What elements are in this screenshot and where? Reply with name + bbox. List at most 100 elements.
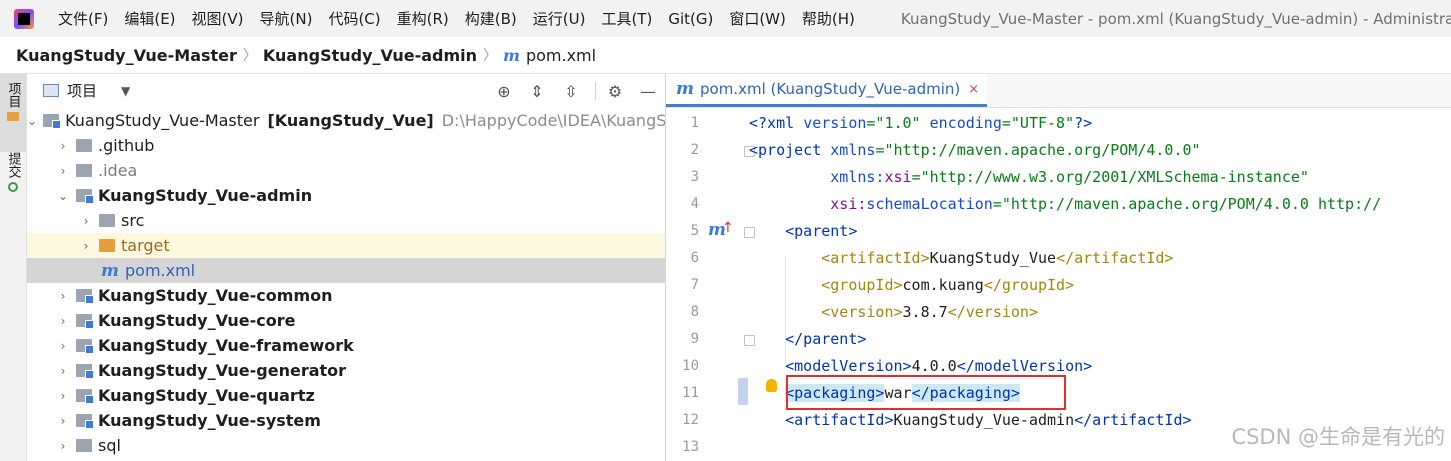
line-number: 12 <box>682 412 699 428</box>
project-panel-title[interactable]: 项目 <box>67 80 97 101</box>
menu-file[interactable]: 文件(F) <box>50 8 116 29</box>
chevron-right-icon[interactable]: › <box>79 239 93 253</box>
menu-refactor[interactable]: 重构(R) <box>389 8 457 29</box>
menu-view[interactable]: 视图(V) <box>184 8 252 29</box>
line-number: 4 <box>690 196 699 212</box>
line-number: 5 <box>690 223 699 239</box>
tree-item-target[interactable]: › target <box>27 233 665 258</box>
tree-item-label: .github <box>98 136 155 155</box>
chevron-right-icon[interactable]: › <box>56 414 70 428</box>
tree-item-sql[interactable]: › sql <box>27 433 665 458</box>
chevron-right-icon[interactable]: › <box>56 364 70 378</box>
menu-build[interactable]: 构建(B) <box>457 8 525 29</box>
chevron-right-icon[interactable]: › <box>79 214 93 228</box>
gear-icon[interactable]: ⚙ <box>604 80 626 102</box>
folder-icon <box>76 139 92 152</box>
module-folder-icon <box>76 389 94 404</box>
module-folder-icon <box>76 339 94 354</box>
code-line-3: xmlns:xsi="http://www.w3.org/2001/XMLSch… <box>830 168 1309 186</box>
menu-window[interactable]: 窗口(W) <box>721 8 794 29</box>
tree-item-framework-module[interactable]: › KuangStudy_Vue-framework <box>27 333 665 358</box>
breadcrumb-separator-icon: 〉 <box>483 48 498 64</box>
code-line-1: <?xml version="1.0" encoding="UTF-8"?> <box>749 114 1093 132</box>
tree-item-github[interactable]: › .github <box>27 133 665 158</box>
stripe-project-label: 项目 <box>5 82 21 108</box>
chevron-right-icon[interactable]: › <box>56 314 70 328</box>
folder-icon <box>7 112 19 121</box>
tree-item-label: KuangStudy_Vue-core <box>98 311 296 330</box>
tool-window-stripe: 项目 提交 <box>0 74 27 461</box>
chevron-right-icon[interactable]: › <box>56 289 70 303</box>
menu-run[interactable]: 运行(U) <box>525 8 594 29</box>
module-folder-icon <box>76 314 94 329</box>
line-number: 3 <box>690 169 699 185</box>
window-title: KuangStudy_Vue-Master - pom.xml (KuangSt… <box>900 9 1451 28</box>
tree-item-module: [KuangStudy_Vue] <box>267 111 434 130</box>
intellij-logo-icon[interactable] <box>14 8 34 29</box>
menu-git[interactable]: Git(G) <box>660 10 721 28</box>
tree-item-label: KuangStudy_Vue-common <box>98 286 333 305</box>
chevron-down-icon[interactable]: ⌄ <box>56 189 70 203</box>
minimize-icon[interactable]: — <box>637 80 659 102</box>
close-icon[interactable]: × <box>968 82 979 97</box>
chevron-right-icon[interactable]: › <box>56 439 70 453</box>
chevron-right-icon[interactable]: › <box>56 164 70 178</box>
menu-help[interactable]: 帮助(H) <box>794 8 863 29</box>
tree-item-idea[interactable]: › .idea <box>27 158 665 183</box>
breadcrumb-module[interactable]: KuangStudy_Vue-admin <box>263 46 477 65</box>
collapse-all-icon[interactable]: ⇳ <box>560 80 582 102</box>
tree-item-core-module[interactable]: › KuangStudy_Vue-core <box>27 308 665 333</box>
line-number: 10 <box>682 358 699 374</box>
module-folder-icon <box>76 189 94 204</box>
menu-navigate[interactable]: 导航(N) <box>252 8 321 29</box>
tree-item-generator-module[interactable]: › KuangStudy_Vue-generator <box>27 358 665 383</box>
editor-panel: m pom.xml (KuangStudy_Vue-admin) × 1 2 3… <box>666 74 1451 461</box>
breadcrumb-file[interactable]: pom.xml <box>526 46 596 65</box>
stripe-tab-project[interactable]: 项目 <box>0 74 26 152</box>
tree-item-common-module[interactable]: › KuangStudy_Vue-common <box>27 283 665 308</box>
tree-item-label: sql <box>98 436 121 455</box>
tab-pom-xml[interactable]: m pom.xml (KuangStudy_Vue-admin) × <box>666 74 988 107</box>
chevron-down-icon[interactable]: ⌄ <box>27 114 37 128</box>
chevron-right-icon[interactable]: › <box>56 139 70 153</box>
tree-item-pom[interactable]: m pom.xml <box>27 258 665 283</box>
chevron-down-icon[interactable]: ▼ <box>121 84 130 98</box>
code-line-7: <groupId>com.kuang</groupId> <box>821 276 1075 294</box>
tree-item-path: D:\HappyCode\IDEA\KuangStu <box>441 111 665 130</box>
stripe-tab-commit[interactable]: 提交 <box>0 148 26 192</box>
code-line-6: <artifactId>KuangStudy_Vue</artifactId> <box>821 249 1174 267</box>
tab-label: pom.xml (KuangStudy_Vue-admin) <box>700 80 961 98</box>
maven-file-icon: m <box>101 260 119 281</box>
tree-item-admin-module[interactable]: ⌄ KuangStudy_Vue-admin <box>27 183 665 208</box>
tree-item-root[interactable]: ⌄ KuangStudy_Vue-Master [KuangStudy_Vue]… <box>27 108 665 133</box>
commit-icon <box>8 182 18 192</box>
chevron-right-icon[interactable]: › <box>56 339 70 353</box>
watermark: CSDN @生命是有光的 <box>1231 425 1445 449</box>
breadcrumb-separator-icon: 〉 <box>242 48 257 64</box>
tree-item-system-module[interactable]: › KuangStudy_Vue-system <box>27 408 665 433</box>
module-folder-icon <box>76 289 94 304</box>
menu-tools[interactable]: 工具(T) <box>593 8 660 29</box>
folder-icon <box>76 164 92 177</box>
change-marker[interactable] <box>738 378 748 405</box>
locate-icon[interactable]: ⊕ <box>493 80 515 102</box>
expand-all-icon[interactable]: ⇕ <box>526 80 548 102</box>
tree-item-label: KuangStudy_Vue-admin <box>98 186 313 205</box>
tree-item-src[interactable]: › src <box>27 208 665 233</box>
tree-item-quartz-module[interactable]: › KuangStudy_Vue-quartz <box>27 383 665 408</box>
menu-code[interactable]: 代码(C) <box>320 8 388 29</box>
editor-tab-bar: m pom.xml (KuangStudy_Vue-admin) × <box>666 74 1451 108</box>
project-toolbar: 项目 ▼ ⊕ ⇕ ⇳ ⚙ — <box>27 74 665 107</box>
chevron-right-icon[interactable]: › <box>56 389 70 403</box>
excluded-folder-icon <box>99 239 115 252</box>
line-number: 8 <box>690 304 699 320</box>
tree-item-label: KuangStudy_Vue-quartz <box>98 386 315 405</box>
menu-edit[interactable]: 编辑(E) <box>116 8 183 29</box>
line-number: 9 <box>690 331 699 347</box>
stripe-commit-label: 提交 <box>5 152 21 178</box>
arrow-up-icon[interactable]: ↑ <box>722 220 734 236</box>
tree-item-label: src <box>121 211 145 230</box>
line-number: 7 <box>690 277 699 293</box>
project-view-icon <box>43 84 59 97</box>
breadcrumb-project[interactable]: KuangStudy_Vue-Master <box>16 46 237 65</box>
